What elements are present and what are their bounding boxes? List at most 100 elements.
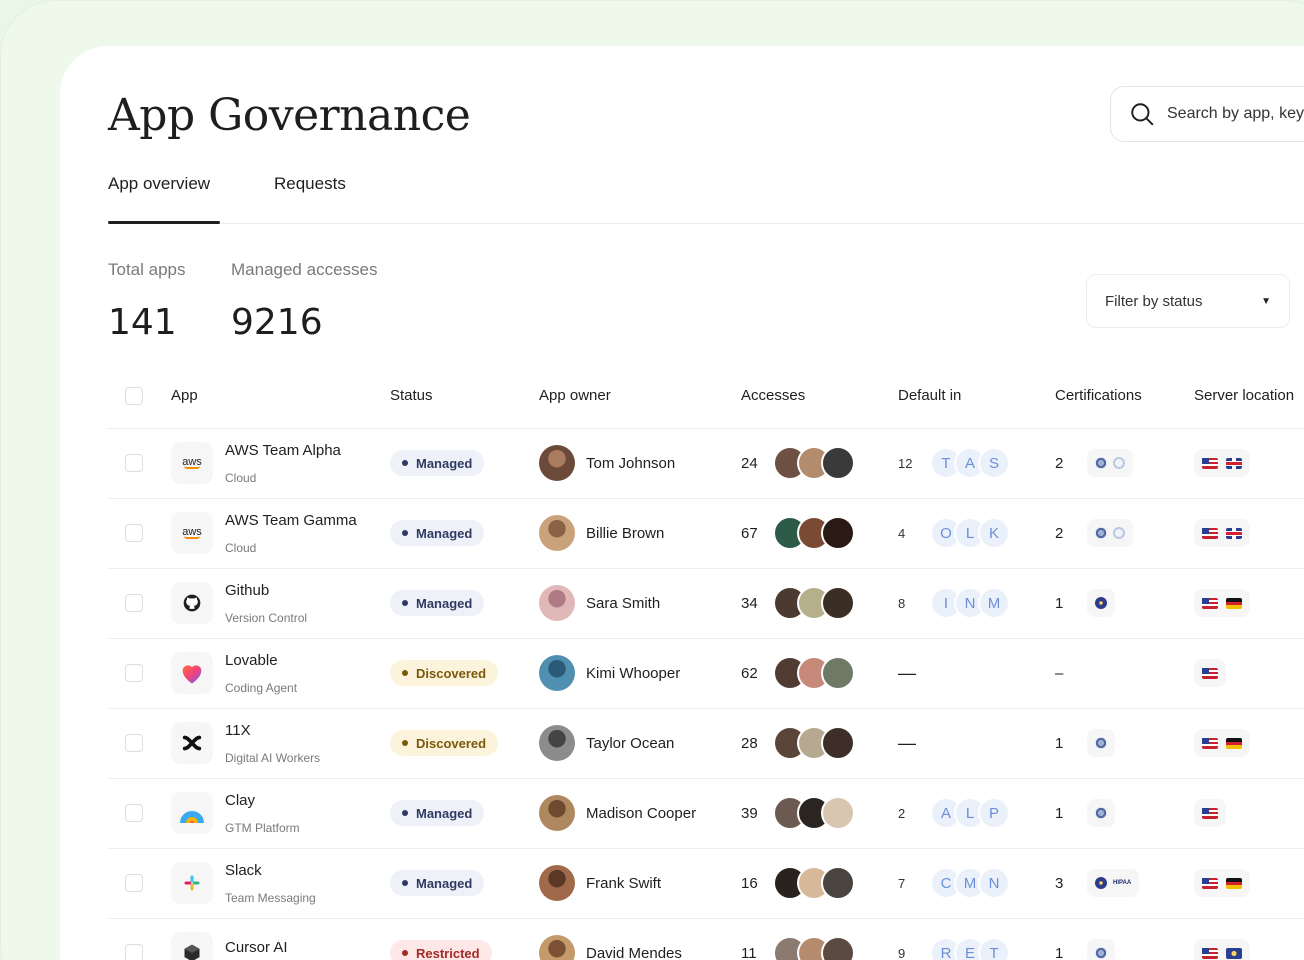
certification-count: 1 bbox=[1055, 804, 1064, 822]
status-dot-icon bbox=[402, 880, 408, 886]
app-category: GTM Platform bbox=[225, 820, 300, 835]
row-checkbox[interactable] bbox=[125, 804, 143, 822]
row-checkbox[interactable] bbox=[125, 594, 143, 612]
access-avatars[interactable] bbox=[773, 726, 855, 760]
app-name[interactable]: 11X bbox=[225, 722, 320, 739]
managed-accesses-value: 9216 bbox=[231, 302, 323, 343]
row-checkbox[interactable] bbox=[125, 874, 143, 892]
app-name[interactable]: Lovable bbox=[225, 652, 297, 669]
row-checkbox[interactable] bbox=[125, 524, 143, 542]
access-avatars[interactable] bbox=[773, 586, 855, 620]
access-avatars[interactable] bbox=[773, 516, 855, 550]
user-avatar bbox=[821, 726, 855, 760]
column-accesses[interactable]: Accesses bbox=[741, 364, 898, 429]
app-category: Coding Agent bbox=[225, 680, 298, 695]
table-row[interactable]: aws AWS Team Alpha Cloud Managed Tom Joh… bbox=[108, 428, 1304, 499]
owner-name[interactable]: Kimi Whooper bbox=[586, 665, 680, 682]
app-name[interactable]: Cursor AI bbox=[225, 939, 288, 956]
select-all-checkbox[interactable] bbox=[125, 386, 143, 405]
us-flag-icon bbox=[1202, 807, 1218, 819]
status-label: Managed bbox=[416, 595, 473, 611]
default-in-count: — bbox=[898, 662, 916, 683]
filter-by-status-dropdown[interactable]: Filter by status ▼ bbox=[1086, 274, 1290, 328]
search-box[interactable] bbox=[1110, 86, 1304, 142]
tab-app-overview[interactable]: App overview bbox=[108, 174, 220, 224]
access-avatars[interactable] bbox=[773, 866, 855, 900]
certification-badge-icon bbox=[1095, 457, 1107, 469]
table-row[interactable]: Github Version Control Managed Sara Smit… bbox=[108, 568, 1304, 639]
us-flag-icon bbox=[1202, 457, 1218, 469]
app-name[interactable]: Clay bbox=[225, 792, 300, 809]
certification-badge-icon bbox=[1113, 527, 1125, 539]
status-dot-icon bbox=[402, 530, 408, 536]
default-in-chip: K bbox=[978, 517, 1010, 549]
certification-count: 2 bbox=[1055, 454, 1064, 472]
certification-count: 1 bbox=[1055, 594, 1064, 612]
column-certifications[interactable]: Certifications bbox=[1055, 364, 1194, 429]
table-row[interactable]: aws AWS Team Gamma Cloud Managed Billie … bbox=[108, 498, 1304, 569]
certification-badges bbox=[1087, 799, 1115, 827]
default-in-chip: N bbox=[978, 867, 1010, 899]
certification-badge-icon bbox=[1095, 527, 1107, 539]
total-apps-value: 141 bbox=[108, 302, 177, 343]
de-flag-icon bbox=[1226, 737, 1242, 749]
accesses-count: 67 bbox=[741, 524, 758, 542]
owner-name[interactable]: Sara Smith bbox=[586, 595, 660, 612]
filter-label: Filter by status bbox=[1105, 292, 1203, 310]
column-app[interactable]: App bbox=[171, 364, 390, 429]
certification-badges: HIPAA bbox=[1087, 869, 1140, 897]
status-badge: Discovered bbox=[390, 730, 499, 756]
table-row[interactable]: Lovable Coding Agent Discovered Kimi Who… bbox=[108, 638, 1304, 709]
table-row[interactable]: Slack Team Messaging Managed Frank Swift… bbox=[108, 848, 1304, 919]
owner-name[interactable]: David Mendes bbox=[586, 945, 682, 960]
app-name[interactable]: AWS Team Alpha bbox=[225, 442, 341, 459]
gb-flag-icon bbox=[1226, 527, 1242, 539]
de-flag-icon bbox=[1226, 597, 1242, 609]
certification-badge-icon bbox=[1095, 947, 1107, 959]
tab-requests[interactable]: Requests bbox=[274, 174, 346, 223]
11x-logo bbox=[171, 722, 213, 764]
default-in-count: 2 bbox=[898, 805, 906, 821]
table-row[interactable]: 11X Digital AI Workers Discovered Taylor… bbox=[108, 708, 1304, 779]
owner-name[interactable]: Frank Swift bbox=[586, 875, 661, 892]
access-avatars[interactable] bbox=[773, 936, 855, 960]
certification-badges bbox=[1087, 729, 1115, 757]
owner-name[interactable]: Madison Cooper bbox=[586, 805, 696, 822]
column-app-owner[interactable]: App owner bbox=[539, 364, 741, 429]
access-avatars[interactable] bbox=[773, 796, 855, 830]
table-row[interactable]: Cursor AI Restricted David Mendes 11 9 RE… bbox=[108, 918, 1304, 960]
search-input[interactable] bbox=[1167, 105, 1304, 123]
row-checkbox[interactable] bbox=[125, 944, 143, 960]
status-label: Managed bbox=[416, 455, 473, 471]
app-name[interactable]: Slack bbox=[225, 862, 316, 879]
status-dot-icon bbox=[402, 670, 408, 676]
owner-name[interactable]: Tom Johnson bbox=[586, 455, 675, 472]
column-status[interactable]: Status bbox=[390, 364, 539, 429]
column-server-location[interactable]: Server location bbox=[1194, 364, 1304, 429]
status-label: Managed bbox=[416, 875, 473, 891]
row-checkbox[interactable] bbox=[125, 454, 143, 472]
owner-name[interactable]: Taylor Ocean bbox=[586, 735, 674, 752]
column-default-in[interactable]: Default in bbox=[898, 364, 1055, 429]
table-row[interactable]: Clay GTM Platform Managed Madison Cooper… bbox=[108, 778, 1304, 849]
accesses-count: 62 bbox=[741, 664, 758, 682]
cursor-logo bbox=[171, 932, 213, 960]
app-name[interactable]: Github bbox=[225, 582, 307, 599]
us-flag-icon bbox=[1202, 737, 1218, 749]
app-name[interactable]: AWS Team Gamma bbox=[225, 512, 357, 529]
page-title: App Governance bbox=[108, 90, 471, 141]
access-avatars[interactable] bbox=[773, 446, 855, 480]
row-checkbox[interactable] bbox=[125, 664, 143, 682]
owner-avatar bbox=[539, 585, 575, 621]
app-category: Team Messaging bbox=[225, 890, 316, 905]
owner-name[interactable]: Billie Brown bbox=[586, 525, 664, 542]
status-dot-icon bbox=[402, 600, 408, 606]
app-category: Digital AI Workers bbox=[225, 750, 321, 765]
certification-badge-icon bbox=[1095, 737, 1107, 749]
owner-avatar bbox=[539, 795, 575, 831]
default-in-chips: CMN bbox=[930, 867, 1010, 899]
user-avatar bbox=[821, 446, 855, 480]
access-avatars[interactable] bbox=[773, 656, 855, 690]
row-checkbox[interactable] bbox=[125, 734, 143, 752]
status-badge: Managed bbox=[390, 520, 485, 546]
